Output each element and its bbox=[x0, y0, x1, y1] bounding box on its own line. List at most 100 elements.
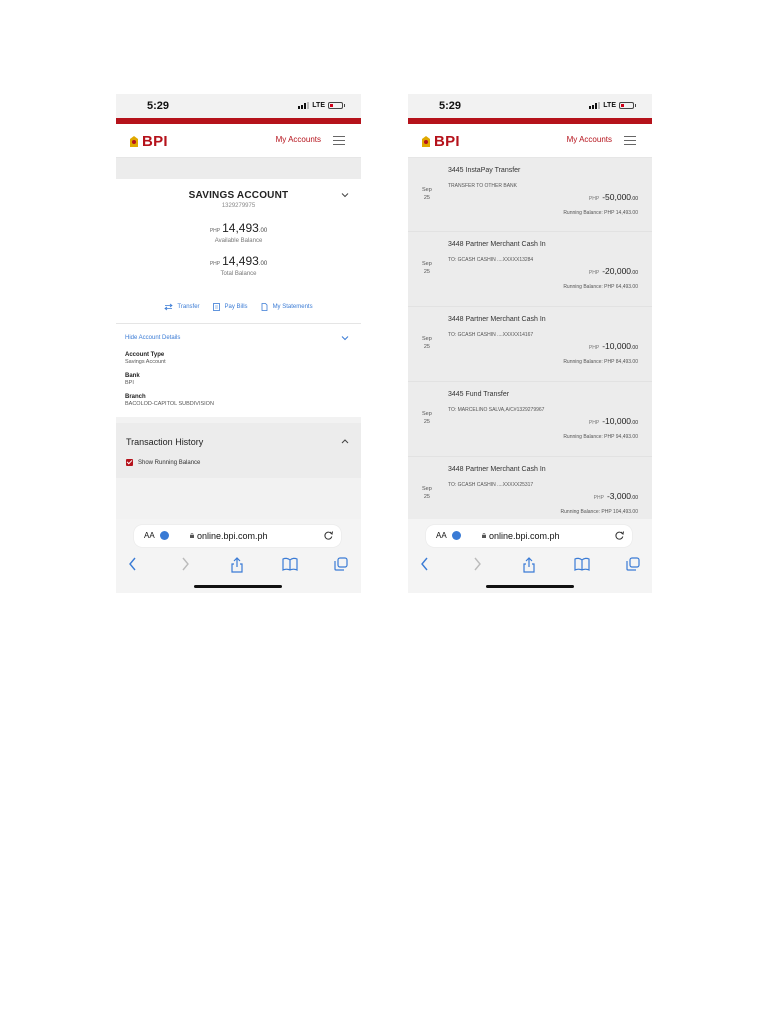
brand-name: BPI bbox=[434, 133, 460, 150]
detail-branch: Branch BACOLOD-CAPITOL SUBDIVISION bbox=[125, 394, 214, 407]
transaction-title: 3448 Partner Merchant Cash In bbox=[448, 466, 546, 473]
account-title: SAVINGS ACCOUNT bbox=[188, 190, 289, 201]
extension-icon[interactable] bbox=[452, 531, 461, 540]
back-icon[interactable] bbox=[128, 557, 138, 571]
bpi-logo[interactable]: BPI bbox=[420, 133, 460, 150]
transaction-date: Sep 25 bbox=[422, 336, 432, 350]
signal-icon bbox=[589, 102, 601, 109]
running-balance: Running Balance: PHP 64,493.00 bbox=[563, 284, 638, 290]
transaction-title: 3448 Partner Merchant Cash In bbox=[448, 241, 546, 248]
bpi-logo-icon bbox=[422, 135, 430, 147]
transaction-description: TO: GCASH CASHIN ....XXXXX13284 bbox=[448, 257, 534, 263]
detail-bank: Bank BPI bbox=[125, 373, 140, 386]
account-number: 1329279975 bbox=[221, 203, 256, 209]
lock-icon bbox=[190, 533, 194, 538]
phone-screen-transactions: 5:29 LTE BPI My Accounts 3445 InstaPay T… bbox=[408, 94, 652, 593]
brand-name: BPI bbox=[142, 133, 168, 150]
bill-icon bbox=[212, 303, 220, 311]
share-icon[interactable] bbox=[230, 557, 244, 573]
home-indicator bbox=[194, 585, 282, 588]
account-card: SAVINGS ACCOUNT 1329279975 PHP 14,493.00 … bbox=[116, 179, 361, 417]
address-bar[interactable]: AA online.bpi.com.ph bbox=[426, 525, 632, 547]
transaction-description: TRANSFER TO OTHER BANK bbox=[448, 183, 517, 189]
transaction-amount: PHP -10,000.00 bbox=[588, 416, 638, 426]
bpi-logo-icon bbox=[130, 135, 138, 147]
extension-icon[interactable] bbox=[160, 531, 169, 540]
available-balance: PHP 14,493.00 bbox=[209, 221, 268, 235]
transaction-history-section: Transaction History Show Running Balance bbox=[116, 423, 361, 478]
transaction-amount: PHP -3,000.00 bbox=[593, 491, 638, 501]
hide-account-details-toggle[interactable]: Hide Account Details bbox=[116, 324, 361, 352]
show-running-balance-checkbox[interactable]: Show Running Balance bbox=[126, 459, 200, 466]
back-icon[interactable] bbox=[420, 557, 430, 571]
transaction-row[interactable]: 3448 Partner Merchant Cash In TO: GCASH … bbox=[408, 307, 652, 382]
bookmarks-icon[interactable] bbox=[282, 557, 298, 571]
transaction-row[interactable]: 3445 InstaPay Transfer TRANSFER TO OTHER… bbox=[408, 158, 652, 232]
app-header: BPI My Accounts bbox=[408, 124, 652, 158]
transaction-title: 3445 InstaPay Transfer bbox=[448, 167, 521, 174]
status-time: 5:29 bbox=[147, 100, 170, 112]
transfer-icon bbox=[164, 303, 174, 311]
address-bar[interactable]: AA online.bpi.com.ph bbox=[134, 525, 341, 547]
network-label: LTE bbox=[603, 102, 616, 109]
chevron-down-icon[interactable] bbox=[341, 191, 349, 199]
transaction-date: Sep 25 bbox=[422, 411, 432, 425]
account-actions: Transfer Pay Bills My Statements bbox=[116, 303, 361, 323]
bpi-logo[interactable]: BPI bbox=[128, 133, 168, 150]
transaction-history-title: Transaction History bbox=[126, 437, 204, 447]
checkbox-checked-icon bbox=[126, 459, 133, 466]
transaction-amount: PHP -50,000.00 bbox=[588, 192, 638, 202]
transaction-row[interactable]: 3445 Fund Transfer TO: MARCELINO SALVA,A… bbox=[408, 382, 652, 457]
forward-icon[interactable] bbox=[472, 557, 482, 571]
transaction-list: 3445 InstaPay Transfer TRANSFER TO OTHER… bbox=[408, 158, 652, 532]
lock-icon bbox=[482, 533, 486, 538]
transaction-row[interactable]: 3448 Partner Merchant Cash In TO: GCASH … bbox=[408, 232, 652, 307]
transaction-amount: PHP -20,000.00 bbox=[588, 266, 638, 276]
tabs-icon[interactable] bbox=[334, 557, 348, 571]
browser-toolbar: AA online.bpi.com.ph bbox=[408, 519, 652, 593]
transaction-title: 3445 Fund Transfer bbox=[448, 391, 510, 398]
battery-icon bbox=[619, 102, 636, 109]
detail-account-type: Account Type Savings Account bbox=[125, 352, 166, 365]
home-indicator bbox=[486, 585, 574, 588]
bookmarks-icon[interactable] bbox=[574, 557, 590, 571]
transfer-button[interactable]: Transfer bbox=[164, 303, 200, 311]
transaction-title: 3448 Partner Merchant Cash In bbox=[448, 316, 546, 323]
reload-icon[interactable] bbox=[323, 530, 334, 541]
running-balance: Running Balance: PHP 94,493.00 bbox=[563, 434, 638, 440]
reader-aa-button[interactable]: AA bbox=[144, 531, 155, 540]
reader-aa-button[interactable]: AA bbox=[436, 531, 447, 540]
my-statements-button[interactable]: My Statements bbox=[260, 303, 313, 311]
document-icon bbox=[261, 303, 267, 311]
forward-icon[interactable] bbox=[180, 557, 190, 571]
my-accounts-link[interactable]: My Accounts bbox=[567, 135, 612, 144]
running-balance: Running Balance: PHP 84,493.00 bbox=[563, 359, 638, 365]
share-icon[interactable] bbox=[522, 557, 536, 573]
transaction-date: Sep 25 bbox=[422, 261, 432, 275]
phone-screen-account: 5:29 LTE BPI My Accounts SAVINGS ACCOUNT… bbox=[116, 94, 361, 593]
battery-icon bbox=[328, 102, 345, 109]
reload-icon[interactable] bbox=[614, 530, 625, 541]
browser-toolbar: AA online.bpi.com.ph bbox=[116, 519, 361, 593]
url-text: online.bpi.com.ph bbox=[197, 531, 268, 541]
status-bar: 5:29 LTE bbox=[116, 94, 361, 118]
url-text: online.bpi.com.ph bbox=[489, 531, 560, 541]
tabs-icon[interactable] bbox=[626, 557, 640, 571]
running-balance: Running Balance: PHP 14,493.00 bbox=[563, 210, 638, 216]
available-balance-label: Available Balance bbox=[214, 238, 263, 244]
transaction-description: TO: GCASH CASHIN ....XXXXX14167 bbox=[448, 332, 534, 338]
chevron-down-icon bbox=[341, 336, 349, 341]
pay-bills-button[interactable]: Pay Bills bbox=[212, 303, 248, 311]
network-label: LTE bbox=[312, 102, 325, 109]
menu-icon[interactable] bbox=[333, 136, 345, 145]
transaction-amount: PHP -10,000.00 bbox=[588, 341, 638, 351]
transaction-date: Sep 25 bbox=[422, 187, 432, 201]
signal-icon bbox=[298, 102, 310, 109]
menu-icon[interactable] bbox=[624, 136, 636, 145]
transaction-description: TO: MARCELINO SALVA,A/C#1329279967 bbox=[448, 407, 545, 413]
my-accounts-link[interactable]: My Accounts bbox=[276, 135, 321, 144]
chevron-up-icon[interactable] bbox=[341, 438, 349, 444]
transaction-date: Sep 25 bbox=[422, 486, 432, 500]
total-balance: PHP 14,493.00 bbox=[209, 254, 268, 268]
running-balance: Running Balance: PHP 104,493.00 bbox=[560, 509, 638, 515]
